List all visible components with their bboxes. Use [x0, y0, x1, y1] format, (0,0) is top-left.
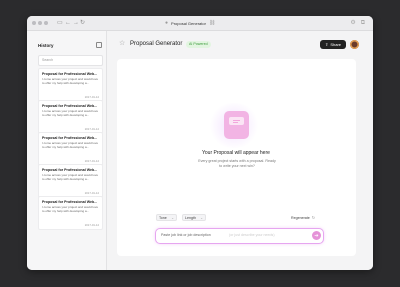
history-item-date: 2017-01-12 [84, 159, 99, 163]
history-item-title: Proposal for Professional Web... [42, 136, 98, 140]
history-item-title: Proposal for Professional Web... [42, 168, 98, 172]
search-placeholder: Search [42, 58, 54, 62]
history-item-title: Proposal for Professional Web... [42, 200, 98, 204]
illustration-tray [229, 117, 244, 125]
history-item-date: 2017-01-12 [84, 191, 99, 195]
close-dot[interactable] [32, 21, 36, 25]
history-item-date: 2017-01-12 [84, 127, 99, 131]
reload-icon[interactable]: ↻ [80, 19, 85, 27]
upload-icon: ⇪ [324, 42, 329, 47]
minimize-dot[interactable] [38, 21, 42, 25]
regenerate-label: Regenerate [291, 215, 310, 220]
send-button[interactable]: ➔ [312, 231, 321, 240]
job-input[interactable]: Paste job link or job description (or ju… [155, 228, 324, 244]
avatar[interactable] [350, 40, 359, 49]
back-icon[interactable]: ← [65, 19, 71, 27]
regenerate-button[interactable]: Regenerate ↻ [291, 214, 315, 221]
collapse-sidebar-icon[interactable] [96, 42, 102, 48]
address-bar[interactable]: ● Proposal Generator ⛓ [165, 19, 215, 27]
refresh-icon: ↻ [311, 215, 316, 220]
history-item[interactable]: Proposal for Professional Web... I come … [38, 196, 103, 230]
sidebar-title: History [38, 43, 54, 48]
history-item-desc: I come across your project and would lov… [42, 141, 99, 149]
history-item-date: 2017-01-12 [84, 95, 99, 99]
history-item-desc: I come across your project and would lov… [42, 109, 99, 117]
tone-select[interactable]: Tone ⌄ [156, 214, 177, 221]
arrow-right-icon: ➔ [314, 232, 319, 239]
search-input[interactable]: Search [38, 55, 103, 66]
chevron-down-icon: ⌄ [200, 215, 203, 220]
input-placeholder: Paste job link or job description [161, 233, 211, 237]
proposal-card [117, 59, 356, 256]
sidebar-toggle-icon[interactable]: ▭ [57, 19, 63, 27]
forward-icon[interactable]: → [73, 19, 79, 27]
history-item-title: Proposal for Professional Web... [42, 72, 98, 76]
share-button[interactable]: ⇪ Share [320, 40, 346, 49]
input-hint: (or just describe your needs) [229, 233, 275, 237]
history-item-desc: I come across your project and would lov… [42, 205, 99, 213]
settings-icon[interactable]: ⚙ [350, 19, 355, 27]
window-controls[interactable] [32, 21, 48, 25]
url-text: Proposal Generator [171, 20, 206, 26]
maximize-dot[interactable] [44, 21, 48, 25]
link-icon[interactable]: ⛓ [209, 20, 215, 26]
history-item[interactable]: Proposal for Professional Web... I come … [38, 132, 103, 166]
new-tab-icon[interactable]: ⧉ [361, 19, 365, 27]
history-item-desc: I come across your project and would lov… [42, 77, 99, 85]
ai-badge: AI Powered [186, 41, 211, 48]
document-illustration-icon [224, 111, 249, 139]
chevron-down-icon: ⌄ [171, 215, 174, 220]
history-item[interactable]: Proposal for Professional Web... I come … [38, 100, 103, 134]
empty-state-title: Your Proposal will appear here [202, 150, 270, 156]
share-label: Share [330, 42, 342, 47]
history-item-date: 2017-01-12 [84, 223, 99, 227]
history-item-desc: I come across your project and would lov… [42, 173, 99, 181]
lock-icon: ● [165, 20, 169, 26]
page-title: Proposal Generator [130, 41, 183, 47]
length-select[interactable]: Length ⌄ [182, 214, 206, 221]
star-icon[interactable]: ☆ [119, 40, 125, 48]
empty-state-subtitle: Every great project starts with a propos… [198, 159, 276, 168]
history-item[interactable]: Proposal for Professional Web... I come … [38, 68, 103, 102]
history-item[interactable]: Proposal for Professional Web... I come … [38, 164, 103, 198]
length-label: Length [185, 215, 196, 220]
title-bar: ▭ ← → ↻ ● Proposal Generator ⛓ ⚙ ⧉ [27, 16, 373, 31]
history-item-title: Proposal for Professional Web... [42, 104, 98, 108]
tone-label: Tone [159, 215, 167, 220]
